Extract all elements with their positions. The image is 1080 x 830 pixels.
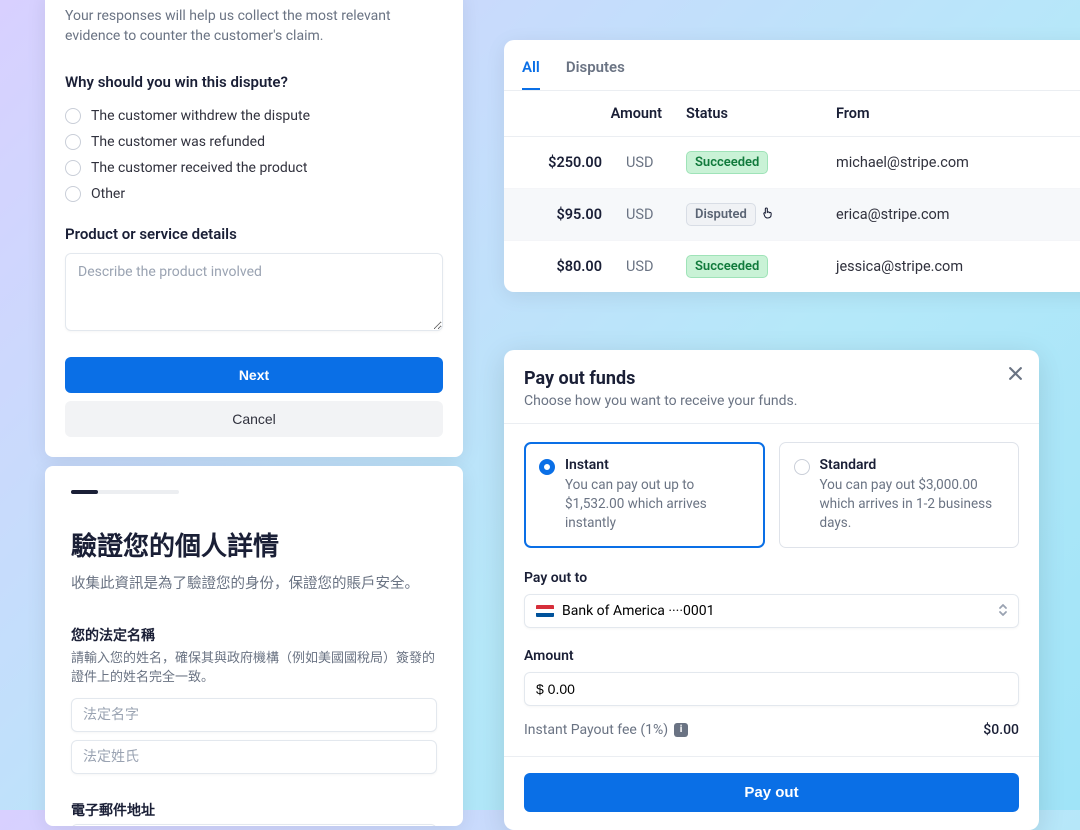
fee-label: Instant Payout fee (1%) — [524, 722, 668, 738]
dispute-option-label: Other — [91, 186, 125, 202]
option-text: Instant You can pay out up to $1,532.00 … — [565, 457, 750, 533]
payout-options: Instant You can pay out up to $1,532.00 … — [524, 442, 1019, 548]
cell-from: jessica@stripe.com — [824, 241, 1080, 293]
status-badge: Succeeded — [686, 255, 768, 278]
cell-amount: $250.00 — [504, 137, 614, 189]
legal-name-group: 您的法定名稱 請輸入您的姓名，確保其與政府機構（例如美國國稅局）簽發的證件上的姓… — [71, 625, 437, 782]
next-button[interactable]: Next — [65, 357, 443, 393]
table-row[interactable]: $250.00 USD Succeeded michael@stripe.com — [504, 137, 1080, 189]
info-icon[interactable]: i — [674, 723, 688, 737]
dispute-option-2[interactable]: The customer received the product — [65, 155, 443, 181]
close-icon[interactable] — [1008, 366, 1023, 386]
first-name-input[interactable] — [71, 698, 437, 732]
option-instant[interactable]: Instant You can pay out up to $1,532.00 … — [524, 442, 765, 548]
transactions-table: Amount Status From $250.00 USD Succeeded… — [504, 91, 1080, 292]
table-row[interactable]: $80.00 USD Succeeded jessica@stripe.com — [504, 241, 1080, 293]
payout-title: Pay out funds — [524, 368, 1019, 389]
amount-label: Amount — [524, 648, 1019, 664]
cell-currency: USD — [614, 189, 674, 241]
dispute-question: Why should you win this dispute? — [65, 73, 443, 91]
dispute-option-0[interactable]: The customer withdrew the dispute — [65, 103, 443, 129]
dispute-intro: Your responses will help us collect the … — [65, 6, 443, 47]
status-badge: Succeeded — [686, 151, 768, 174]
dispute-option-label: The customer was refunded — [91, 134, 265, 150]
option-desc: You can pay out up to $1,532.00 which ar… — [565, 476, 750, 533]
bank-select[interactable]: Bank of America ····0001 — [524, 594, 1019, 628]
last-name-input[interactable] — [71, 740, 437, 774]
email-group: 電子郵件地址 — [71, 800, 437, 826]
cell-amount: $80.00 — [504, 241, 614, 293]
cell-amount: $95.00 — [504, 189, 614, 241]
verify-subtitle: 收集此資訊是為了驗證您的身份，保證您的賬戶安全。 — [71, 573, 437, 595]
progress-bar — [71, 490, 179, 494]
fee-row: Instant Payout fee (1%) i $0.00 — [524, 722, 1019, 738]
dispute-option-label: The customer withdrew the dispute — [91, 108, 310, 124]
radio-icon — [65, 134, 81, 150]
cell-currency: USD — [614, 137, 674, 189]
legal-name-help: 請輸入您的姓名，確保其與政府機構（例如美國國稅局）簽發的證件上的姓名完全一致。 — [71, 649, 437, 688]
option-desc: You can pay out $3,000.00 which arrives … — [820, 476, 1005, 533]
cell-currency: USD — [614, 241, 674, 293]
product-details-input[interactable] — [65, 253, 443, 331]
fee-label-wrap: Instant Payout fee (1%) i — [524, 722, 688, 738]
radio-icon — [65, 108, 81, 124]
option-standard[interactable]: Standard You can pay out $3,000.00 which… — [779, 442, 1020, 548]
cancel-button[interactable]: Cancel — [65, 401, 443, 437]
bank-name: Bank of America ····0001 — [562, 603, 714, 619]
tab-all[interactable]: All — [522, 58, 540, 90]
email-input[interactable] — [71, 824, 437, 826]
dispute-option-label: The customer received the product — [91, 160, 307, 176]
amount-input[interactable] — [524, 672, 1019, 706]
payout-body: Instant You can pay out up to $1,532.00 … — [504, 423, 1039, 738]
table-row[interactable]: $95.00 USD Disputed erica@stripe.com — [504, 189, 1080, 241]
cell-status: Disputed — [674, 189, 824, 241]
dispute-options: The customer withdrew the dispute The cu… — [65, 103, 443, 207]
radio-icon — [65, 186, 81, 202]
table-header-row: Amount Status From — [504, 91, 1080, 137]
option-title: Standard — [820, 457, 1005, 473]
product-details-label: Product or service details — [65, 225, 443, 243]
cell-from: michael@stripe.com — [824, 137, 1080, 189]
bank-icon — [536, 605, 554, 617]
pay-out-to-label: Pay out to — [524, 570, 1019, 586]
radio-icon — [794, 459, 810, 475]
cell-status: Succeeded — [674, 241, 824, 293]
dispute-panel: Your responses will help us collect the … — [45, 0, 463, 457]
progress-fill — [71, 490, 98, 494]
col-status: Status — [674, 91, 824, 137]
col-amount: Amount — [504, 91, 674, 137]
payout-panel: Pay out funds Choose how you want to rec… — [504, 350, 1039, 830]
cursor-icon — [760, 203, 776, 223]
cell-from: erica@stripe.com — [824, 189, 1080, 241]
pay-out-button[interactable]: Pay out — [524, 773, 1019, 812]
verify-panel: 驗證您的個人詳情 收集此資訊是為了驗證您的身份，保證您的賬戶安全。 您的法定名稱… — [45, 466, 463, 826]
status-badge: Disputed — [686, 203, 756, 226]
transactions-panel: All Disputes Amount Status From $250.00 … — [504, 40, 1080, 292]
transactions-tabs: All Disputes — [504, 40, 1080, 91]
radio-icon — [65, 160, 81, 176]
radio-icon — [539, 459, 555, 475]
cell-status: Succeeded — [674, 137, 824, 189]
legal-name-label: 您的法定名稱 — [71, 625, 437, 645]
chevron-updown-icon — [998, 603, 1008, 618]
payout-footer: Pay out — [504, 756, 1039, 830]
fee-value: $0.00 — [983, 722, 1019, 738]
tab-disputes[interactable]: Disputes — [566, 58, 625, 90]
option-title: Instant — [565, 457, 750, 473]
verify-title: 驗證您的個人詳情 — [71, 526, 437, 563]
dispute-option-1[interactable]: The customer was refunded — [65, 129, 443, 155]
col-from: From — [824, 91, 1080, 137]
dispute-option-3[interactable]: Other — [65, 181, 443, 207]
payout-header: Pay out funds Choose how you want to rec… — [504, 350, 1039, 423]
option-text: Standard You can pay out $3,000.00 which… — [820, 457, 1005, 533]
payout-subtitle: Choose how you want to receive your fund… — [524, 393, 1019, 409]
